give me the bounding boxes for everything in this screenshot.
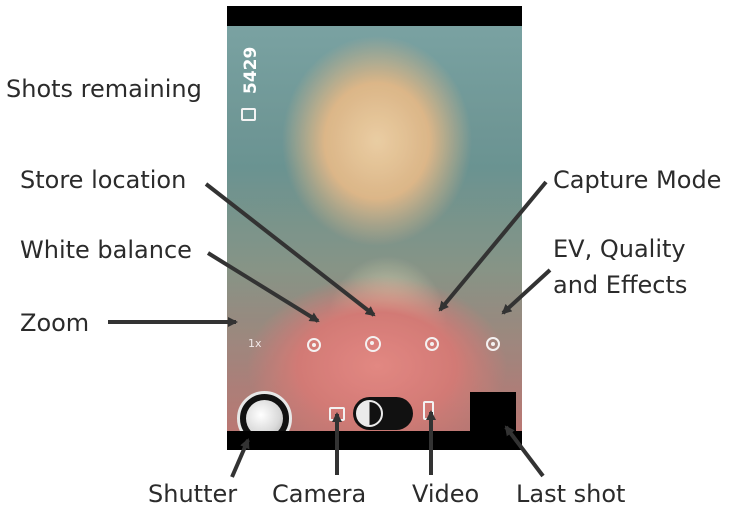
white-balance-icon[interactable]: [307, 338, 321, 352]
camera-app-screen: 5429 1x: [227, 6, 522, 450]
settings-icon[interactable]: [486, 337, 500, 351]
label-camera: Camera: [272, 480, 367, 508]
label-zoom: Zoom: [20, 309, 90, 337]
viewfinder-preview: 5429 1x: [227, 26, 522, 431]
label-white-balance: White balance: [20, 236, 192, 264]
label-shutter: Shutter: [148, 480, 238, 508]
shots-remaining-value: 5429: [241, 46, 261, 94]
label-ev-quality-line1: EV, Quality: [553, 235, 686, 263]
toggle-knob: [356, 400, 383, 427]
label-ev-quality-line2: and Effects: [553, 271, 688, 299]
last-shot-thumbnail[interactable]: [470, 392, 516, 431]
label-capture-mode: Capture Mode: [553, 166, 722, 194]
zoom-indicator[interactable]: 1x: [248, 337, 262, 350]
location-off-icon[interactable]: [365, 336, 381, 352]
label-last-shot: Last shot: [516, 480, 626, 508]
label-store-location: Store location: [20, 166, 187, 194]
camera-mode-icon[interactable]: [329, 407, 345, 421]
label-shots-remaining: Shots remaining: [6, 75, 202, 103]
viewfinder-tint: [227, 26, 522, 431]
camera-video-toggle[interactable]: [353, 397, 413, 430]
label-video: Video: [412, 480, 480, 508]
shots-remaining-counter: 5429: [241, 47, 261, 94]
capture-mode-icon[interactable]: [425, 337, 439, 351]
video-mode-icon[interactable]: [423, 401, 434, 420]
camera-icon: [241, 108, 256, 121]
aperture-icon: [246, 400, 283, 431]
